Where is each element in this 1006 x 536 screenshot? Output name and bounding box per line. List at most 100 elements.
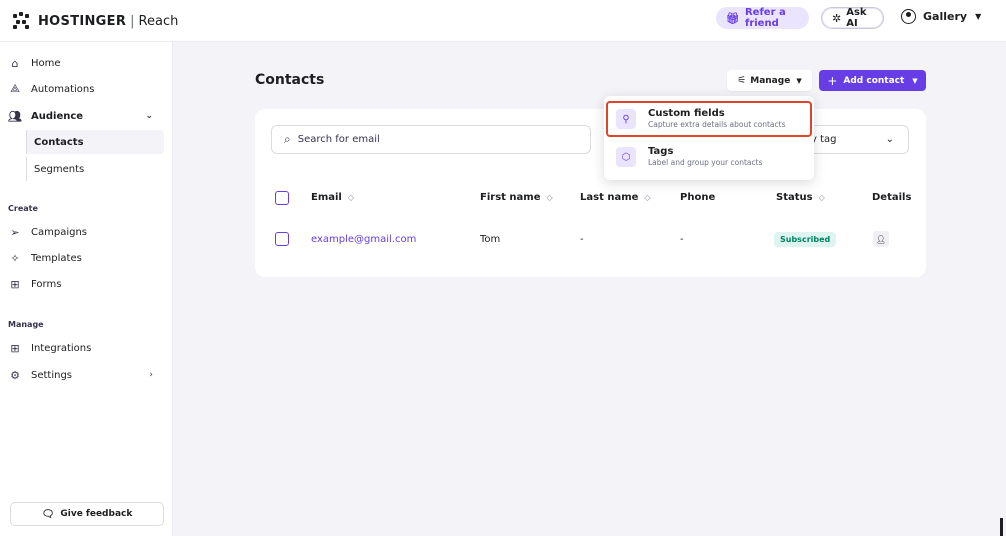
column-header-label: Email xyxy=(311,192,342,203)
select-all-checkbox[interactable] xyxy=(275,191,289,205)
sidebar-item-label: Campaigns xyxy=(31,226,88,238)
sidebar-item-label: Audience xyxy=(31,110,84,122)
gear-icon: ⚙ xyxy=(10,368,20,382)
caret-down-icon: ▼ xyxy=(975,12,982,21)
sort-icon: ◇ xyxy=(546,193,553,202)
send-icon: ➢ xyxy=(10,225,20,239)
menu-item-text: Custom fields Capture extra details abou… xyxy=(648,108,786,130)
brand-name: HOSTINGER xyxy=(38,13,127,29)
sidebar: ⌂ Home ⟁ Automations 👥︎ Audience ⌄ Conta… xyxy=(0,42,173,536)
chevron-down-icon: ⌄ xyxy=(145,111,153,121)
page-title: Contacts xyxy=(255,72,325,88)
sidebar-item-label: Templates xyxy=(31,252,82,264)
column-header-email[interactable]: Email ◇ xyxy=(311,192,354,203)
add-contact-label: Add contact xyxy=(843,75,905,86)
cursor-edge xyxy=(1000,518,1003,536)
home-icon: ⌂ xyxy=(11,56,19,70)
sidebar-item-label: Segments xyxy=(34,163,85,175)
sidebar-item-label: Home xyxy=(31,57,61,69)
chevron-right-icon: › xyxy=(149,370,153,380)
sidebar-item-audience[interactable]: 👥︎ Audience ⌄ xyxy=(0,104,173,128)
sort-icon: ◇ xyxy=(644,193,651,202)
row-checkbox[interactable] xyxy=(275,232,289,246)
contact-details-button[interactable]: 👤︎ xyxy=(873,231,889,247)
column-header-label: Status xyxy=(776,192,813,203)
hostinger-logo-icon xyxy=(12,11,32,31)
caret-down-icon: ▼ xyxy=(912,76,918,85)
give-feedback-label: Give feedback xyxy=(60,509,133,519)
integrations-icon: ⊞ xyxy=(10,341,20,355)
gift-icon: 🎁︎ xyxy=(726,11,740,25)
chat-bubble-icon: 🗨︎ xyxy=(41,508,55,520)
sidebar-item-label: Settings xyxy=(31,369,73,381)
templates-icon: ✧ xyxy=(10,251,20,265)
tag-icon: ⬡ xyxy=(616,147,636,167)
column-header-label: Details xyxy=(872,192,912,203)
contact-last-name: - xyxy=(580,234,584,245)
menu-item-title: Custom fields xyxy=(648,108,725,119)
sidebar-item-campaigns[interactable]: ➢ Campaigns xyxy=(0,220,173,244)
top-bar: HOSTINGER | Reach 🎁︎ Refer a friend ✲ As… xyxy=(0,0,1006,42)
filter-tag-value: y tag xyxy=(811,134,837,145)
user-avatar-icon xyxy=(901,9,916,24)
sidebar-item-contacts[interactable]: Contacts xyxy=(26,130,164,154)
sidebar-item-settings[interactable]: ⚙ Settings › xyxy=(0,363,173,387)
sliders-icon: ⚟ xyxy=(737,75,747,86)
menu-item-text: Tags Label and group your contacts xyxy=(648,146,763,168)
sidebar-item-integrations[interactable]: ⊞ Integrations xyxy=(0,336,173,360)
search-input[interactable]: ⌕ Search for email xyxy=(271,125,591,154)
column-header-phone: Phone xyxy=(680,192,715,203)
menu-item-custom-fields[interactable]: ⚲ Custom fields Capture extra details ab… xyxy=(606,101,812,137)
sidebar-item-templates[interactable]: ✧ Templates xyxy=(0,246,173,270)
sidebar-item-label: Automations xyxy=(31,83,95,95)
account-name: Gallery xyxy=(923,10,968,23)
search-icon: ⌕ xyxy=(284,132,291,146)
give-feedback-button[interactable]: 🗨︎ Give feedback xyxy=(10,502,164,526)
users-icon: 👥︎ xyxy=(8,109,22,123)
menu-item-description: Capture extra details about contacts xyxy=(648,120,786,129)
menu-item-tags[interactable]: ⬡ Tags Label and group your contacts xyxy=(608,141,810,173)
column-header-first-name[interactable]: First name ◇ xyxy=(480,192,553,203)
person-icon: 👤︎ xyxy=(875,234,887,244)
sidebar-item-automations[interactable]: ⟁ Automations xyxy=(0,77,173,101)
contacts-card: ⌕ Search for email y tag ⌄ Email ◇ First… xyxy=(255,109,926,277)
sidebar-item-label: Contacts xyxy=(34,136,84,148)
product-name: Reach xyxy=(138,13,179,29)
status-badge: Subscribed xyxy=(774,232,837,247)
sparkle-icon: ✲ xyxy=(832,11,842,25)
ask-ai-label: Ask AI xyxy=(846,7,867,29)
sort-icon: ◇ xyxy=(347,193,355,202)
section-label-manage: Manage xyxy=(8,320,44,329)
column-header-last-name[interactable]: Last name ◇ xyxy=(580,192,651,203)
menu-item-title: Tags xyxy=(648,146,674,157)
chevron-down-icon: ⌄ xyxy=(885,134,894,145)
search-placeholder: Search for email xyxy=(297,134,380,145)
automations-icon: ⟁ xyxy=(10,82,20,95)
sort-icon: ◇ xyxy=(818,193,825,202)
sidebar-item-home[interactable]: ⌂ Home xyxy=(0,51,173,75)
refer-friend-button[interactable]: 🎁︎ Refer a friend xyxy=(716,7,809,29)
logo[interactable]: HOSTINGER | Reach xyxy=(12,11,178,31)
add-contact-button[interactable]: + Add contact ▼ xyxy=(819,70,926,91)
column-header-label: Last name xyxy=(580,192,639,203)
contact-phone: - xyxy=(680,234,684,245)
sidebar-item-label: Integrations xyxy=(31,342,92,354)
manage-button[interactable]: ⚟ Manage ▼ xyxy=(727,70,812,91)
menu-item-description: Label and group your contacts xyxy=(648,158,763,167)
ask-ai-button[interactable]: ✲ Ask AI xyxy=(821,7,884,29)
account-menu[interactable]: Gallery ▼ xyxy=(901,9,981,24)
contact-email-link[interactable]: example@gmail.com xyxy=(311,234,416,245)
sidebar-item-label: Forms xyxy=(31,278,62,290)
sidebar-item-segments[interactable]: Segments xyxy=(26,157,164,181)
brand-separator: | xyxy=(130,13,135,29)
section-label-create: Create xyxy=(8,204,38,213)
column-header-label: Phone xyxy=(680,192,716,203)
forms-icon: ⊞ xyxy=(10,277,20,291)
contact-first-name: Tom xyxy=(480,234,501,245)
column-header-status[interactable]: Status ◇ xyxy=(776,192,825,203)
caret-down-icon: ▼ xyxy=(796,76,802,85)
column-header-label: First name xyxy=(480,192,541,203)
sidebar-item-forms[interactable]: ⊞ Forms xyxy=(0,272,173,296)
column-header-details: Details xyxy=(872,192,911,203)
manage-dropdown-menu: ⚲ Custom fields Capture extra details ab… xyxy=(604,96,814,180)
